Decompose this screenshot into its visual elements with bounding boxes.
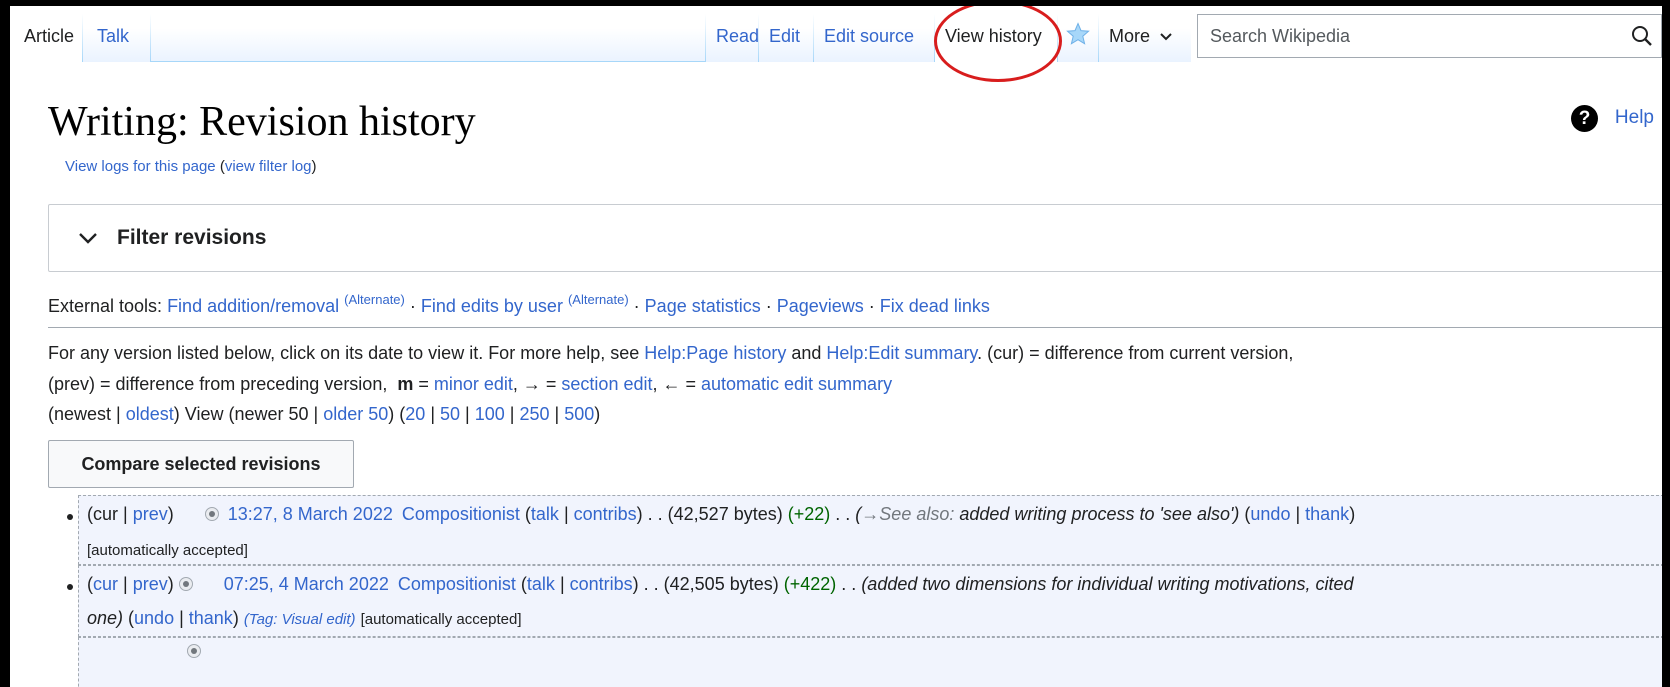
- minor-edit-link[interactable]: minor edit: [434, 374, 513, 394]
- page-statistics-link[interactable]: Page statistics: [645, 296, 761, 316]
- help-edit-summary-link[interactable]: Help:Edit summary: [826, 343, 977, 363]
- highlight-circle: [934, 6, 1062, 82]
- automatic-edit-summary-link[interactable]: automatic edit summary: [701, 374, 892, 394]
- tag-link[interactable]: (Tag: Visual edit): [244, 611, 356, 628]
- revision-radio[interactable]: [187, 644, 201, 658]
- chevron-down-icon: [79, 233, 97, 244]
- section-edit-link[interactable]: section edit: [561, 374, 652, 394]
- undo-link[interactable]: undo: [1250, 504, 1290, 524]
- star-icon[interactable]: [1066, 22, 1090, 46]
- external-tools: External tools: Find addition/removal (A…: [48, 292, 990, 316]
- limit-250-link[interactable]: 250: [519, 404, 549, 424]
- user-link[interactable]: Compositionist: [402, 504, 520, 524]
- find-edits-link[interactable]: Find edits by user: [421, 296, 563, 316]
- prev-link[interactable]: prev: [133, 574, 168, 594]
- revision-radio[interactable]: [204, 507, 219, 521]
- older-50-link[interactable]: older 50: [323, 404, 388, 424]
- legend-line-2: (prev) = difference from preceding versi…: [48, 374, 893, 394]
- compare-selected-revisions-button[interactable]: Compare selected revisions: [48, 440, 354, 488]
- thank-link[interactable]: thank: [1305, 504, 1349, 524]
- user-link[interactable]: Compositionist: [398, 574, 516, 594]
- cur-link[interactable]: cur: [93, 574, 118, 594]
- chevron-down-icon: [1160, 33, 1172, 41]
- revision-date-link[interactable]: 07:25, 4 March 2022: [224, 574, 389, 594]
- search-box[interactable]: [1197, 14, 1662, 58]
- divider: [48, 327, 1662, 328]
- revision-row: (cur | prev) 13:27, 8 March 2022 Composi…: [67, 495, 1662, 565]
- tab-read[interactable]: Read: [706, 6, 759, 62]
- tab-article[interactable]: Article: [10, 6, 82, 62]
- limit-100-link[interactable]: 100: [475, 404, 505, 424]
- filter-revisions-panel[interactable]: Filter revisions: [48, 204, 1662, 272]
- search-input[interactable]: [1198, 15, 1632, 57]
- more-menu[interactable]: More: [1099, 6, 1191, 62]
- help-link[interactable]: Help: [1615, 107, 1654, 129]
- thank-link[interactable]: thank: [189, 608, 233, 628]
- limit-500-link[interactable]: 500: [564, 404, 594, 424]
- revision-row: [78, 637, 1662, 687]
- view-filter-log-link[interactable]: view filter log: [225, 158, 312, 175]
- prev-link[interactable]: prev: [133, 504, 168, 524]
- wikipedia-page: Article Talk Read Edit Edit source View …: [10, 6, 1662, 687]
- filter-revisions-label: Filter revisions: [117, 226, 267, 249]
- undo-link[interactable]: undo: [134, 608, 174, 628]
- fix-dead-links-link[interactable]: Fix dead links: [880, 296, 990, 316]
- talk-link[interactable]: talk: [531, 504, 559, 524]
- help-page-history-link[interactable]: Help:Page history: [644, 343, 786, 363]
- help-icon[interactable]: ?: [1571, 105, 1598, 132]
- tab-edit[interactable]: Edit: [759, 6, 813, 62]
- contribs-link[interactable]: contribs: [574, 504, 637, 524]
- navigation-line: (newest | oldest) View (newer 50 | older…: [48, 404, 601, 424]
- revision-row: (cur | prev) 07:25, 4 March 2022 Composi…: [67, 565, 1662, 637]
- revision-date-link[interactable]: 13:27, 8 March 2022: [228, 504, 393, 524]
- talk-link[interactable]: talk: [527, 574, 555, 594]
- legend-line-1: For any version listed below, click on i…: [48, 343, 1294, 363]
- alternate-link[interactable]: (Alternate): [344, 292, 405, 307]
- tab-edit-source[interactable]: Edit source: [814, 6, 934, 62]
- logs-line: View logs for this page (view filter log…: [65, 158, 317, 175]
- tab-talk[interactable]: Talk: [83, 6, 150, 62]
- pageviews-link[interactable]: Pageviews: [777, 296, 864, 316]
- limit-50-link[interactable]: 50: [440, 404, 460, 424]
- limit-20-link[interactable]: 20: [405, 404, 425, 424]
- revision-radio[interactable]: [178, 577, 193, 591]
- find-addition-link[interactable]: Find addition/removal: [167, 296, 339, 316]
- accepted-label: [automatically accepted]: [87, 542, 248, 559]
- alternate-link[interactable]: (Alternate): [568, 292, 629, 307]
- page-title: Writing: Revision history: [48, 99, 476, 145]
- contribs-link[interactable]: contribs: [570, 574, 633, 594]
- oldest-link[interactable]: oldest: [126, 404, 174, 424]
- tab-bar: Article Talk Read Edit Edit source View …: [10, 6, 1662, 82]
- search-icon[interactable]: [1631, 25, 1653, 47]
- section-link[interactable]: →See also:: [861, 504, 954, 524]
- view-logs-link[interactable]: View logs for this page: [65, 158, 216, 175]
